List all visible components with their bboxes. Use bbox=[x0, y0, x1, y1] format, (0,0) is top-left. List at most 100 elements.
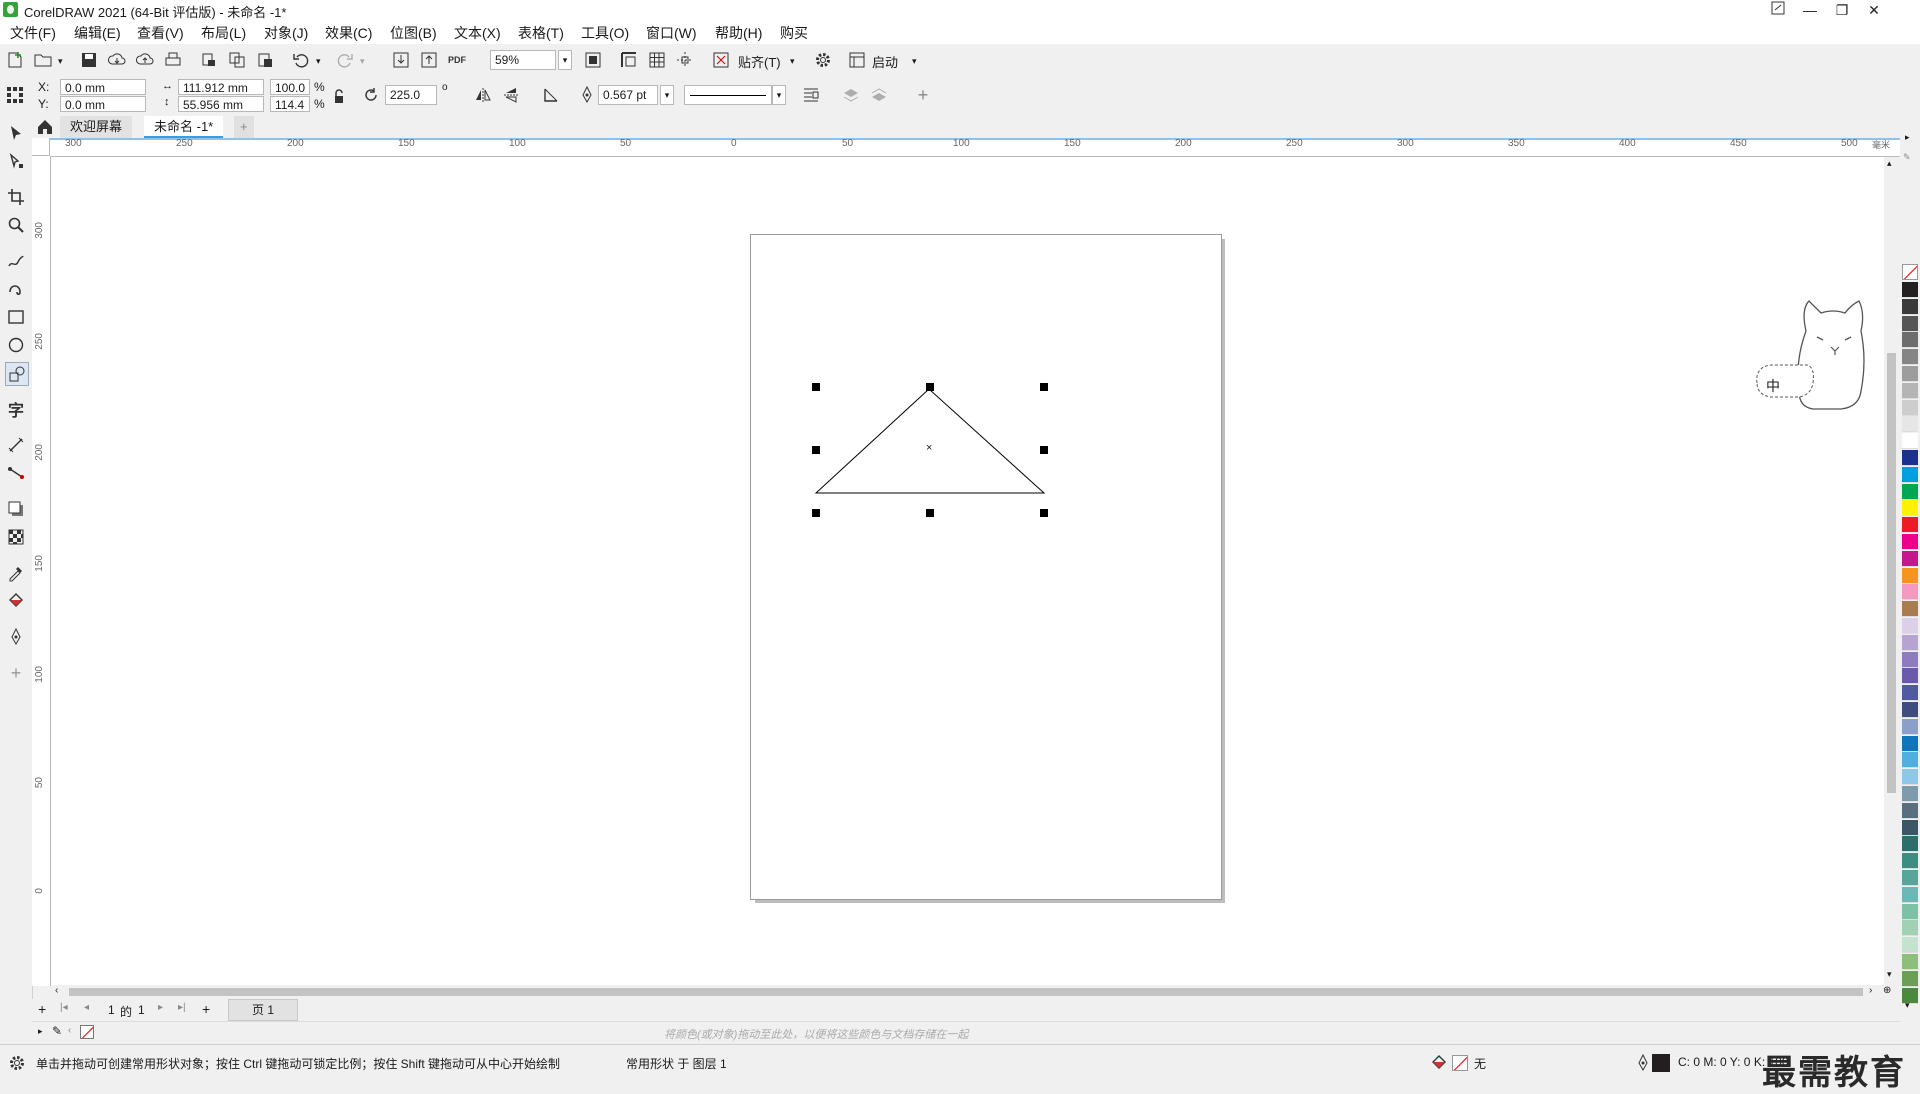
palette-swatch[interactable] bbox=[1902, 315, 1918, 332]
horizontal-ruler[interactable]: 300 250 200 150 100 50 0 50 100 150 200 … bbox=[50, 138, 1900, 157]
add-page-before-icon[interactable]: + bbox=[38, 1001, 46, 1017]
ruler-origin-icon[interactable] bbox=[32, 138, 50, 156]
paste-icon[interactable] bbox=[254, 49, 276, 71]
vertical-scrollbar[interactable]: ▴ ▾ bbox=[1884, 157, 1899, 985]
redo-icon[interactable] bbox=[334, 49, 356, 71]
customize-toolbox-icon[interactable]: + bbox=[5, 662, 27, 684]
menu-text[interactable]: 文本(X) bbox=[454, 23, 501, 43]
lock-ratio-icon[interactable] bbox=[328, 86, 350, 108]
palette-swatch[interactable] bbox=[1902, 920, 1918, 937]
rotation-angle-input[interactable]: 225.0 bbox=[385, 85, 437, 105]
open-dropdown-icon[interactable]: ▾ bbox=[58, 56, 63, 67]
menu-view[interactable]: 查看(V) bbox=[137, 23, 184, 43]
palette-swatch[interactable] bbox=[1902, 282, 1918, 298]
outline-width-dropdown-icon[interactable]: ▾ bbox=[660, 85, 674, 105]
zoom-dropdown-icon[interactable]: ▾ bbox=[558, 50, 572, 70]
scale-width-input[interactable]: 100.0 bbox=[270, 79, 310, 95]
palette-swatch[interactable] bbox=[1902, 836, 1918, 853]
outline-color-swatch[interactable] bbox=[1652, 1054, 1670, 1072]
palette-edit-icon[interactable]: ✎ bbox=[1903, 152, 1911, 163]
selection-handle[interactable] bbox=[926, 509, 934, 517]
show-guidelines-icon[interactable] bbox=[674, 49, 696, 71]
palette-swatch[interactable] bbox=[1902, 366, 1918, 382]
undo-dropdown-icon[interactable]: ▾ bbox=[316, 56, 321, 67]
outline-pen-tool-icon[interactable] bbox=[5, 626, 27, 648]
corner-shape-icon[interactable] bbox=[540, 84, 562, 106]
common-shapes-tool-icon[interactable] bbox=[5, 362, 29, 386]
to-front-icon[interactable] bbox=[840, 84, 862, 106]
horizontal-scroll-thumb[interactable] bbox=[69, 988, 1863, 996]
menu-tools[interactable]: 工具(O) bbox=[581, 23, 629, 43]
selection-handle[interactable] bbox=[926, 383, 934, 391]
vertical-scroll-thumb[interactable] bbox=[1887, 353, 1896, 793]
quick-customize-icon[interactable]: + bbox=[912, 84, 934, 106]
shape-tool-icon[interactable] bbox=[5, 150, 27, 172]
selection-handle[interactable] bbox=[1040, 446, 1048, 454]
scale-height-input[interactable]: 114.4 bbox=[270, 96, 310, 112]
transparency-icon[interactable] bbox=[5, 526, 27, 548]
full-screen-icon[interactable] bbox=[582, 49, 604, 71]
palette-swatch[interactable] bbox=[1902, 802, 1918, 819]
doc-palette-eyedropper-icon[interactable]: ✎ bbox=[52, 1024, 62, 1038]
page-1-tab[interactable]: 页 1 bbox=[228, 999, 298, 1021]
palette-swatch[interactable] bbox=[1902, 500, 1918, 517]
no-color-swatch[interactable] bbox=[1902, 264, 1918, 280]
vertical-ruler[interactable]: 300 250 200 150 100 50 0 bbox=[32, 156, 51, 986]
palette-swatch[interactable] bbox=[1902, 903, 1918, 920]
freehand-tool-icon[interactable] bbox=[5, 250, 27, 272]
mirror-vertical-icon[interactable] bbox=[500, 84, 522, 106]
palette-swatch[interactable] bbox=[1902, 735, 1918, 752]
next-page-icon[interactable]: ▸ bbox=[158, 1002, 163, 1013]
line-style-select[interactable] bbox=[684, 85, 772, 105]
menu-layout[interactable]: 布局(L) bbox=[201, 23, 246, 43]
palette-swatch[interactable] bbox=[1902, 332, 1918, 349]
restore-app-icon[interactable] bbox=[1762, 0, 1794, 20]
home-icon[interactable] bbox=[34, 116, 56, 138]
tab-welcome-screen[interactable]: 欢迎屏幕 bbox=[60, 116, 133, 138]
add-page-after-icon[interactable]: + bbox=[202, 1001, 210, 1017]
drop-shadow-icon[interactable] bbox=[5, 498, 27, 520]
palette-swatch[interactable] bbox=[1902, 416, 1918, 433]
palette-swatch[interactable] bbox=[1902, 298, 1918, 315]
palette-swatch[interactable] bbox=[1902, 870, 1918, 886]
snap-dropdown-icon[interactable]: ▾ bbox=[790, 56, 795, 67]
palette-swatch[interactable] bbox=[1902, 634, 1918, 651]
text-tool-icon[interactable]: 字 bbox=[5, 398, 27, 420]
menu-bitmaps[interactable]: 位图(B) bbox=[390, 23, 437, 43]
y-position-input[interactable]: 0.0 mm bbox=[60, 96, 146, 112]
selection-handle[interactable] bbox=[812, 383, 820, 391]
copy-icon[interactable] bbox=[226, 49, 248, 71]
palette-swatch[interactable] bbox=[1902, 702, 1918, 718]
selection-handle[interactable] bbox=[1040, 383, 1048, 391]
connector-tool-icon[interactable] bbox=[5, 462, 27, 484]
print-icon[interactable] bbox=[162, 49, 184, 71]
palette-swatch[interactable] bbox=[1902, 769, 1918, 786]
ime-cat-mascot-icon[interactable] bbox=[1751, 291, 1879, 421]
snap-off-icon[interactable] bbox=[710, 49, 732, 71]
launch-dropdown-icon[interactable]: ▾ bbox=[912, 56, 917, 67]
first-page-icon[interactable]: |◂ bbox=[60, 1002, 68, 1013]
outline-width-input[interactable]: 0.567 pt bbox=[598, 85, 658, 105]
cloud-download-icon[interactable] bbox=[106, 49, 128, 71]
add-tab-button[interactable]: + bbox=[234, 116, 254, 138]
pick-tool-icon[interactable] bbox=[5, 122, 27, 144]
palette-swatch[interactable] bbox=[1902, 937, 1918, 954]
palette-swatch[interactable] bbox=[1902, 853, 1918, 870]
palette-swatch[interactable] bbox=[1902, 399, 1918, 416]
selection-handle[interactable] bbox=[812, 446, 820, 454]
cloud-upload-icon[interactable] bbox=[134, 49, 156, 71]
palette-swatch[interactable] bbox=[1902, 466, 1918, 483]
save-icon[interactable] bbox=[78, 49, 100, 71]
menu-effects[interactable]: 效果(C) bbox=[325, 23, 372, 43]
palette-swatch[interactable] bbox=[1902, 517, 1918, 534]
palette-swatch[interactable] bbox=[1902, 618, 1918, 634]
doc-palette-none-swatch[interactable] bbox=[80, 1025, 94, 1039]
reference-point-icon[interactable] bbox=[4, 84, 26, 106]
last-page-icon[interactable]: ▸| bbox=[178, 1002, 186, 1013]
fill-none-swatch[interactable] bbox=[1452, 1055, 1468, 1071]
menu-object[interactable]: 对象(J) bbox=[264, 23, 308, 43]
wrap-text-icon[interactable] bbox=[800, 84, 822, 106]
menu-help[interactable]: 帮助(H) bbox=[715, 23, 762, 43]
scroll-down-icon[interactable]: ▾ bbox=[1887, 969, 1892, 980]
palette-swatch[interactable] bbox=[1902, 668, 1918, 685]
